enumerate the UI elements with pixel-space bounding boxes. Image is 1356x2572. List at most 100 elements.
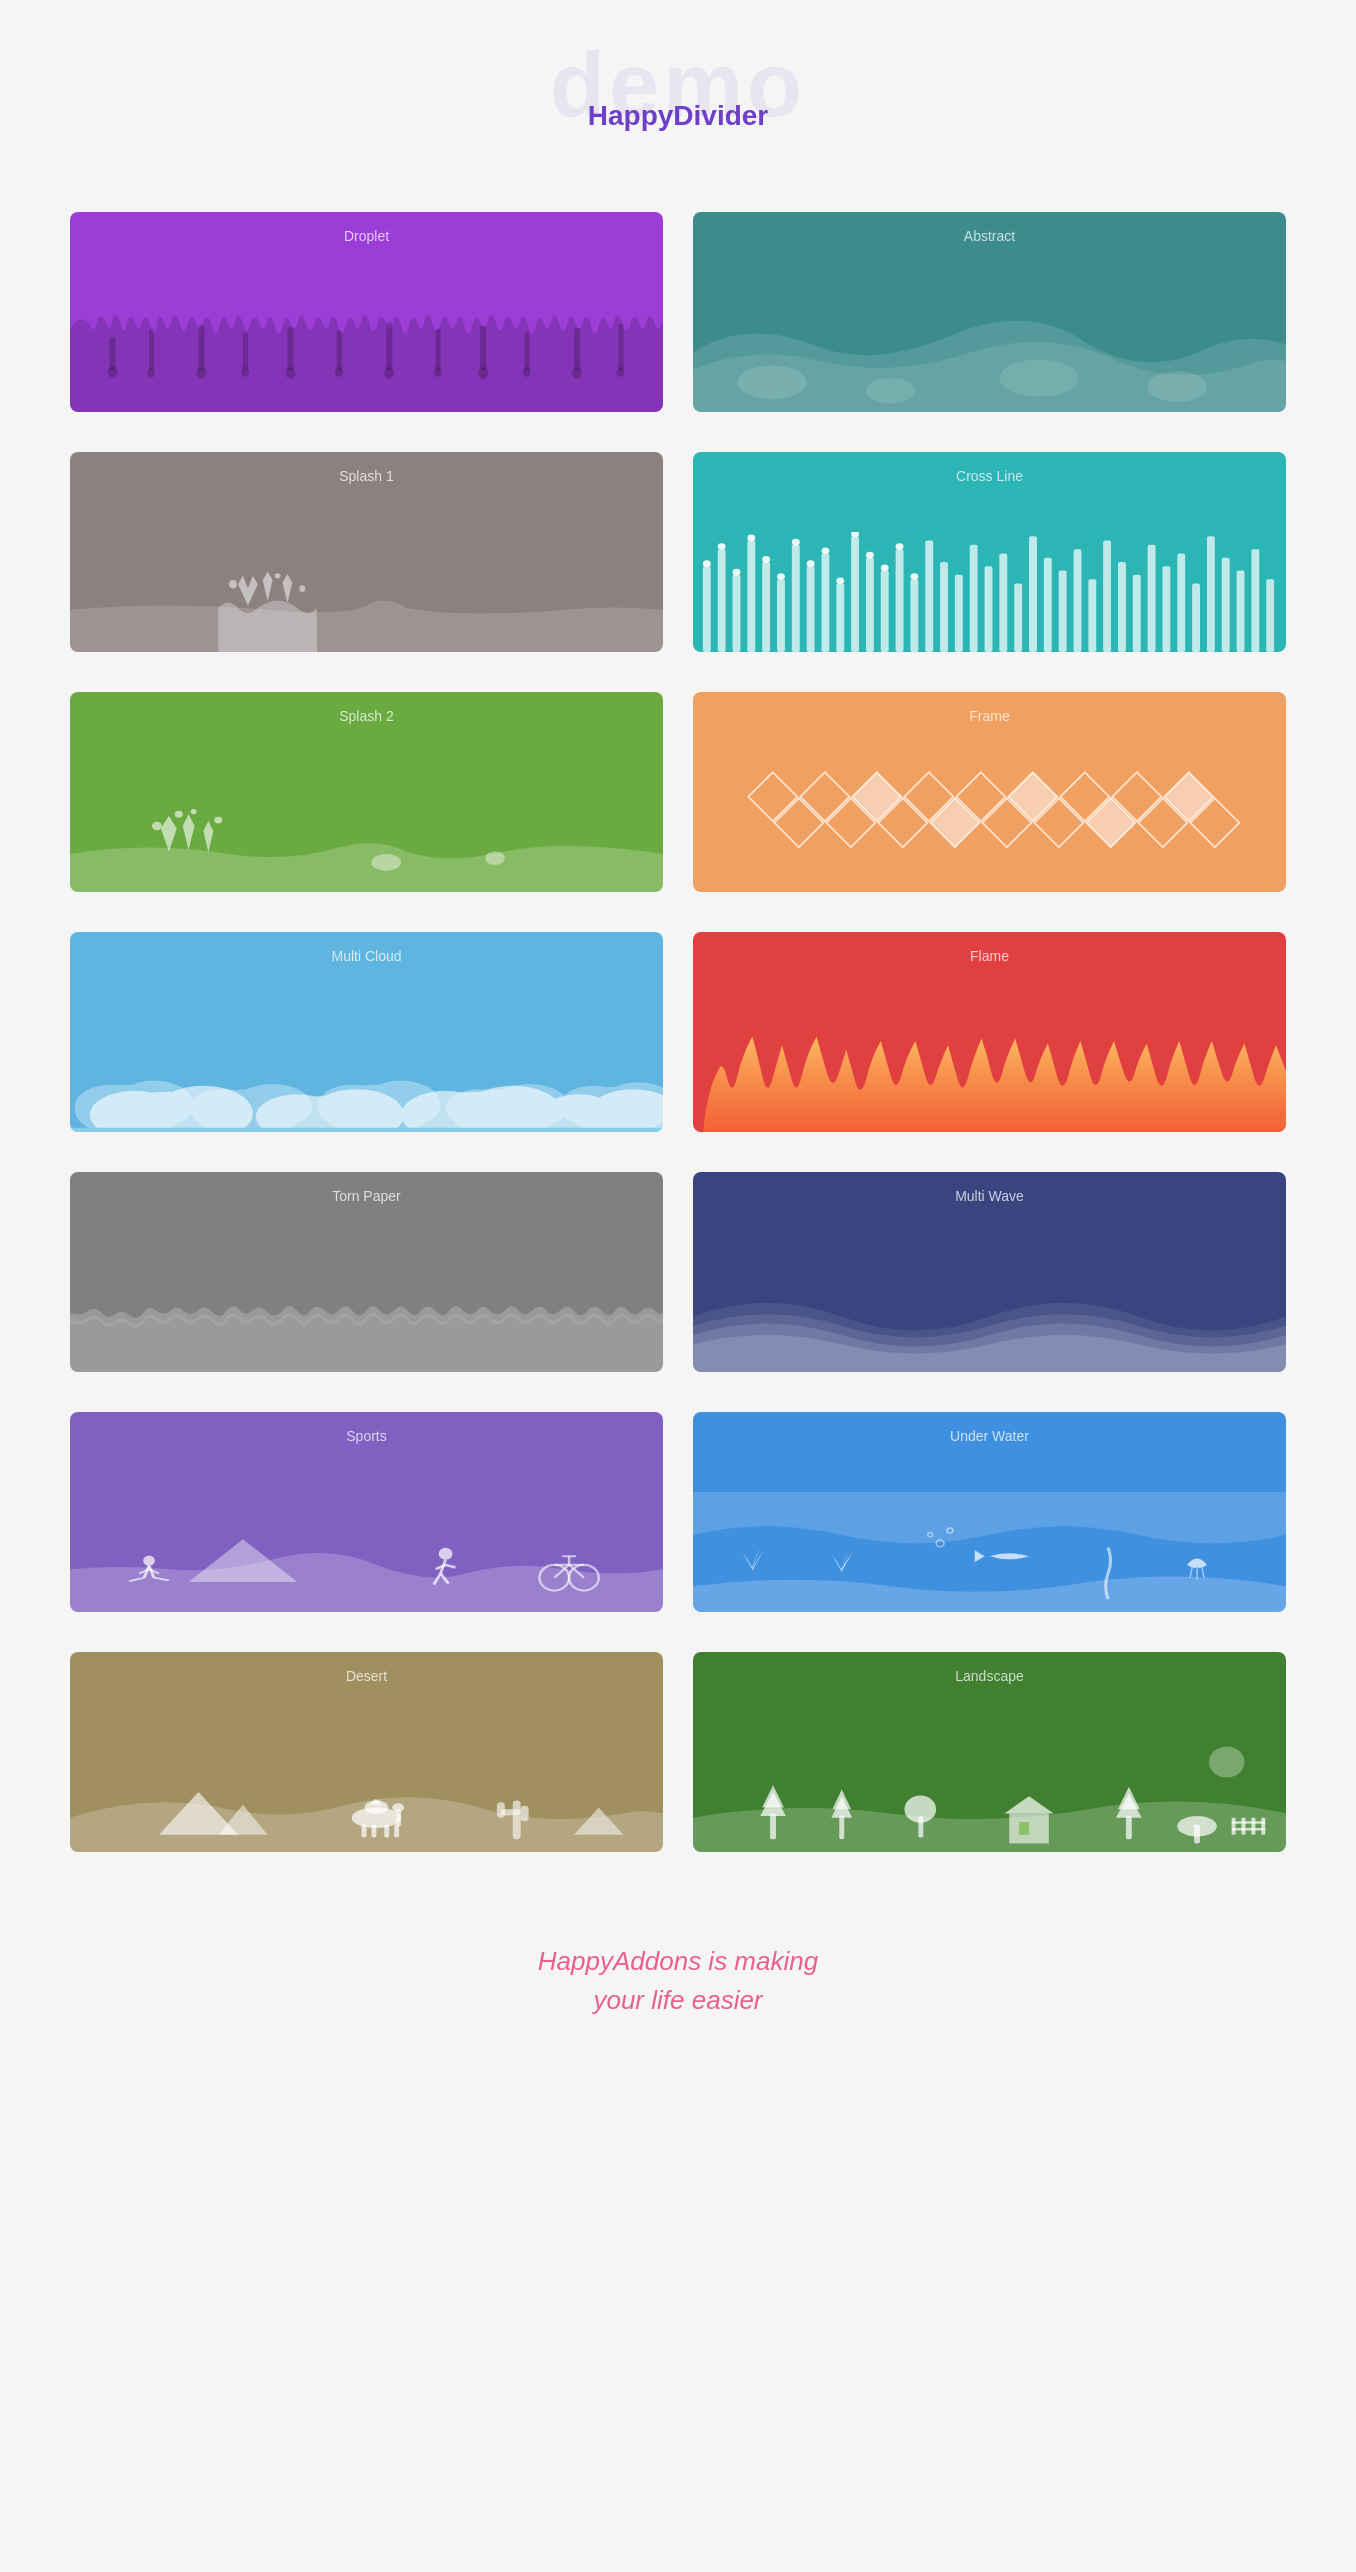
footer: HappyAddons is making your life easier (0, 1912, 1356, 2070)
card-crossline[interactable]: Cross Line (693, 452, 1286, 652)
svg-rect-113 (1086, 798, 1135, 847)
svg-point-87 (214, 817, 222, 824)
card-underwater[interactable]: Under Water (693, 1412, 1286, 1612)
svg-rect-33 (733, 575, 741, 652)
svg-rect-174 (394, 1825, 399, 1838)
svg-point-13 (384, 367, 394, 379)
svg-point-84 (910, 573, 918, 580)
card-abstract[interactable]: Abstract (693, 212, 1286, 412)
svg-rect-195 (1232, 1828, 1266, 1831)
svg-rect-12 (386, 322, 392, 370)
svg-point-27 (1148, 371, 1207, 401)
svg-rect-179 (497, 1802, 505, 1817)
card-flame[interactable]: Flame (693, 932, 1286, 1132)
svg-line-165 (1202, 1567, 1204, 1577)
svg-rect-40 (836, 583, 844, 652)
svg-point-88 (191, 809, 197, 814)
svg-point-21 (572, 367, 582, 379)
card-splash2[interactable]: Splash 2 (70, 692, 663, 892)
card-splash1[interactable]: Splash 1 (70, 452, 663, 652)
svg-rect-91 (748, 772, 797, 821)
svg-rect-42 (866, 558, 874, 652)
svg-rect-47 (940, 562, 948, 652)
footer-line2: your life easier (0, 1981, 1356, 2020)
card-desert-label: Desert (346, 1652, 387, 1684)
svg-rect-20 (574, 328, 580, 371)
svg-point-82 (881, 565, 889, 572)
svg-point-30 (275, 573, 281, 578)
card-underwater-label: Under Water (950, 1412, 1029, 1444)
svg-point-79 (836, 577, 844, 584)
card-multicloud[interactable]: Multi Cloud (70, 932, 663, 1132)
svg-rect-62 (1162, 566, 1170, 652)
svg-point-75 (777, 573, 785, 580)
svg-rect-111 (1164, 772, 1213, 821)
svg-rect-4 (198, 325, 204, 371)
card-frame[interactable]: Frame (693, 692, 1286, 892)
svg-rect-50 (985, 566, 993, 652)
card-flame-label: Flame (970, 932, 1009, 964)
card-desert[interactable]: Desert (70, 1652, 663, 1852)
svg-rect-194 (1232, 1821, 1266, 1824)
svg-rect-52 (1014, 583, 1022, 652)
svg-rect-36 (777, 579, 785, 652)
svg-rect-16 (480, 325, 486, 370)
svg-rect-189 (1194, 1825, 1200, 1844)
svg-rect-18 (525, 332, 530, 370)
svg-point-3 (147, 368, 155, 378)
svg-point-29 (299, 585, 305, 592)
svg-point-26 (999, 360, 1078, 397)
svg-rect-59 (1118, 562, 1126, 652)
svg-line-163 (1190, 1567, 1192, 1577)
svg-point-17 (478, 367, 488, 379)
svg-rect-181 (770, 1813, 776, 1839)
svg-rect-68 (1251, 549, 1259, 652)
svg-point-85 (152, 822, 162, 830)
svg-rect-187 (1126, 1816, 1132, 1839)
svg-rect-177 (513, 1801, 521, 1840)
svg-rect-46 (925, 541, 933, 652)
svg-rect-109 (852, 772, 901, 821)
card-sports[interactable]: Sports (70, 1412, 663, 1612)
svg-rect-56 (1074, 549, 1082, 652)
svg-rect-192 (1251, 1818, 1255, 1835)
svg-rect-92 (800, 772, 849, 821)
card-multiwave[interactable]: Multi Wave (693, 1172, 1286, 1372)
svg-rect-67 (1237, 571, 1245, 652)
svg-rect-110 (1008, 772, 1057, 821)
happy-text: Happy (588, 100, 674, 131)
svg-point-77 (807, 560, 815, 567)
card-tornpaper[interactable]: Torn Paper (70, 1172, 663, 1372)
svg-rect-31 (703, 566, 711, 652)
svg-point-78 (821, 547, 829, 554)
svg-rect-193 (1261, 1818, 1265, 1835)
card-abstract-label: Abstract (964, 212, 1015, 244)
svg-rect-51 (999, 553, 1007, 652)
card-tornpaper-label: Torn Paper (332, 1172, 400, 1204)
svg-point-86 (175, 811, 183, 818)
svg-rect-180 (521, 1806, 529, 1821)
svg-rect-38 (807, 566, 815, 652)
svg-rect-58 (1103, 541, 1111, 652)
cards-grid: Droplet (0, 192, 1356, 1912)
card-landscape[interactable]: Landscape (693, 1652, 1286, 1852)
svg-rect-190 (1232, 1818, 1236, 1835)
svg-point-83 (896, 543, 904, 550)
svg-rect-69 (1266, 579, 1274, 652)
svg-rect-57 (1088, 579, 1096, 652)
svg-rect-191 (1242, 1818, 1246, 1835)
svg-rect-54 (1044, 558, 1052, 652)
svg-rect-49 (970, 545, 978, 652)
svg-rect-63 (1177, 553, 1185, 652)
svg-point-72 (733, 569, 741, 576)
svg-point-23 (617, 367, 625, 377)
svg-rect-0 (110, 337, 116, 370)
svg-rect-171 (362, 1825, 367, 1838)
svg-point-90 (485, 851, 505, 865)
card-landscape-label: Landscape (955, 1652, 1024, 1684)
svg-point-76 (792, 539, 800, 546)
card-splash2-label: Splash 2 (339, 692, 393, 724)
app-title: HappyDivider (0, 100, 1356, 132)
svg-rect-66 (1222, 558, 1230, 652)
card-droplet[interactable]: Droplet (70, 212, 663, 412)
